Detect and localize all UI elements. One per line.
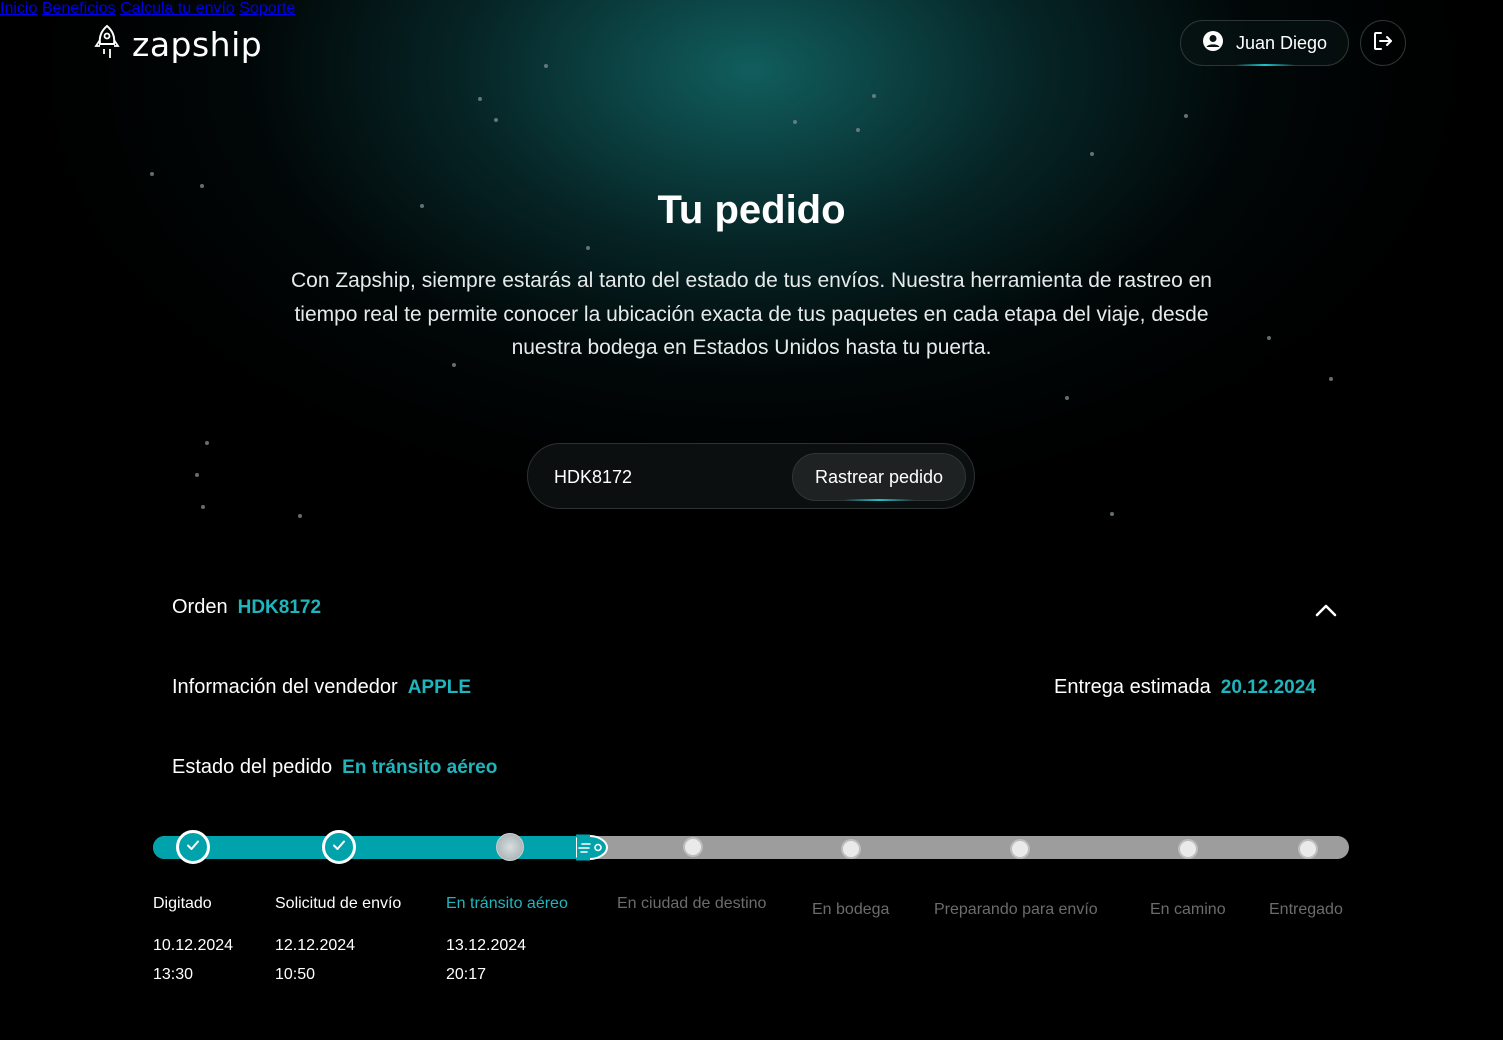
delivery-label: Entrega estimada	[1054, 676, 1211, 698]
progress-fill	[153, 836, 593, 859]
step-node-digitado	[176, 830, 210, 864]
delivery-date: 20.12.2024	[1220, 677, 1316, 698]
track-order-button[interactable]: Rastrear pedido	[792, 453, 966, 501]
tracking-number-input[interactable]	[554, 464, 784, 490]
brand-name: zapship	[132, 25, 263, 64]
step-node-solicitud	[322, 830, 356, 864]
seller-row: Información del vendedor APPLE	[172, 676, 471, 699]
step-node-ciudad	[683, 837, 703, 857]
status-value: En tránsito aéreo	[342, 757, 498, 778]
seller-value: APPLE	[407, 677, 472, 698]
step-label-digitado: Digitado	[153, 895, 212, 912]
page-title: Tu pedido	[657, 188, 846, 232]
step-date-solicitud: 12.12.2024	[275, 937, 356, 954]
step-time-solicitud: 10:50	[275, 966, 316, 983]
brand-logo[interactable]: zapship	[92, 22, 262, 67]
step-time-digitado: 13:30	[153, 966, 194, 983]
check-icon	[186, 838, 200, 857]
step-time-transito: 20:17	[446, 966, 487, 983]
collapse-toggle[interactable]	[1314, 598, 1338, 622]
step-label-entregado: Entregado	[1269, 901, 1343, 918]
plane-icon	[574, 833, 609, 862]
status-row: Estado del pedido En tránsito aéreo	[172, 756, 497, 779]
chevron-up-icon	[1314, 604, 1338, 626]
step-date-transito: 13.12.2024	[446, 937, 527, 954]
nav-calcula-envio[interactable]: Calcula tu envío	[120, 0, 235, 17]
top-header: zapship Inicio Beneficios Calcula tu env…	[0, 0, 1503, 86]
logout-icon	[1372, 30, 1394, 57]
seller-label: Información del vendedor	[172, 676, 398, 698]
delivery-row: Entrega estimada 20.12.2024	[1054, 676, 1316, 699]
step-label-bodega: En bodega	[812, 901, 890, 918]
user-icon	[1202, 30, 1224, 57]
order-label: Orden	[172, 596, 228, 618]
order-row: Orden HDK8172	[172, 596, 321, 619]
step-node-entregado	[1298, 839, 1318, 859]
step-label-transito: En tránsito aéreo	[446, 895, 568, 912]
step-label-solicitud: Solicitud de envío	[275, 895, 402, 912]
nav-inicio[interactable]: Inicio	[0, 0, 37, 17]
check-icon	[332, 838, 346, 857]
logout-button[interactable]	[1360, 20, 1406, 66]
step-label-en-camino: En camino	[1150, 901, 1226, 918]
user-name: Juan Diego	[1235, 32, 1328, 53]
step-date-digitado: 10.12.2024	[153, 937, 234, 954]
page-subtitle: Con Zapship, siempre estarás al tanto de…	[290, 269, 1212, 359]
step-node-bodega	[841, 839, 861, 859]
rocket-icon	[92, 22, 122, 67]
step-label-ciudad: En ciudad de destino	[617, 895, 767, 912]
main-nav: Inicio Beneficios Calcula tu envío Sopor…	[0, 0, 1503, 18]
tracking-search-box: Rastrear pedido	[527, 443, 975, 509]
step-node-preparando	[1010, 839, 1030, 859]
nav-beneficios[interactable]: Beneficios	[42, 0, 116, 17]
step-node-transito	[496, 833, 524, 861]
user-menu-button[interactable]: Juan Diego	[1180, 20, 1349, 66]
order-id: HDK8172	[237, 597, 322, 618]
nav-soporte[interactable]: Soporte	[239, 0, 295, 17]
status-label: Estado del pedido	[172, 756, 333, 778]
step-label-preparando: Preparando para envío	[934, 901, 1098, 918]
step-node-en-camino	[1178, 839, 1198, 859]
